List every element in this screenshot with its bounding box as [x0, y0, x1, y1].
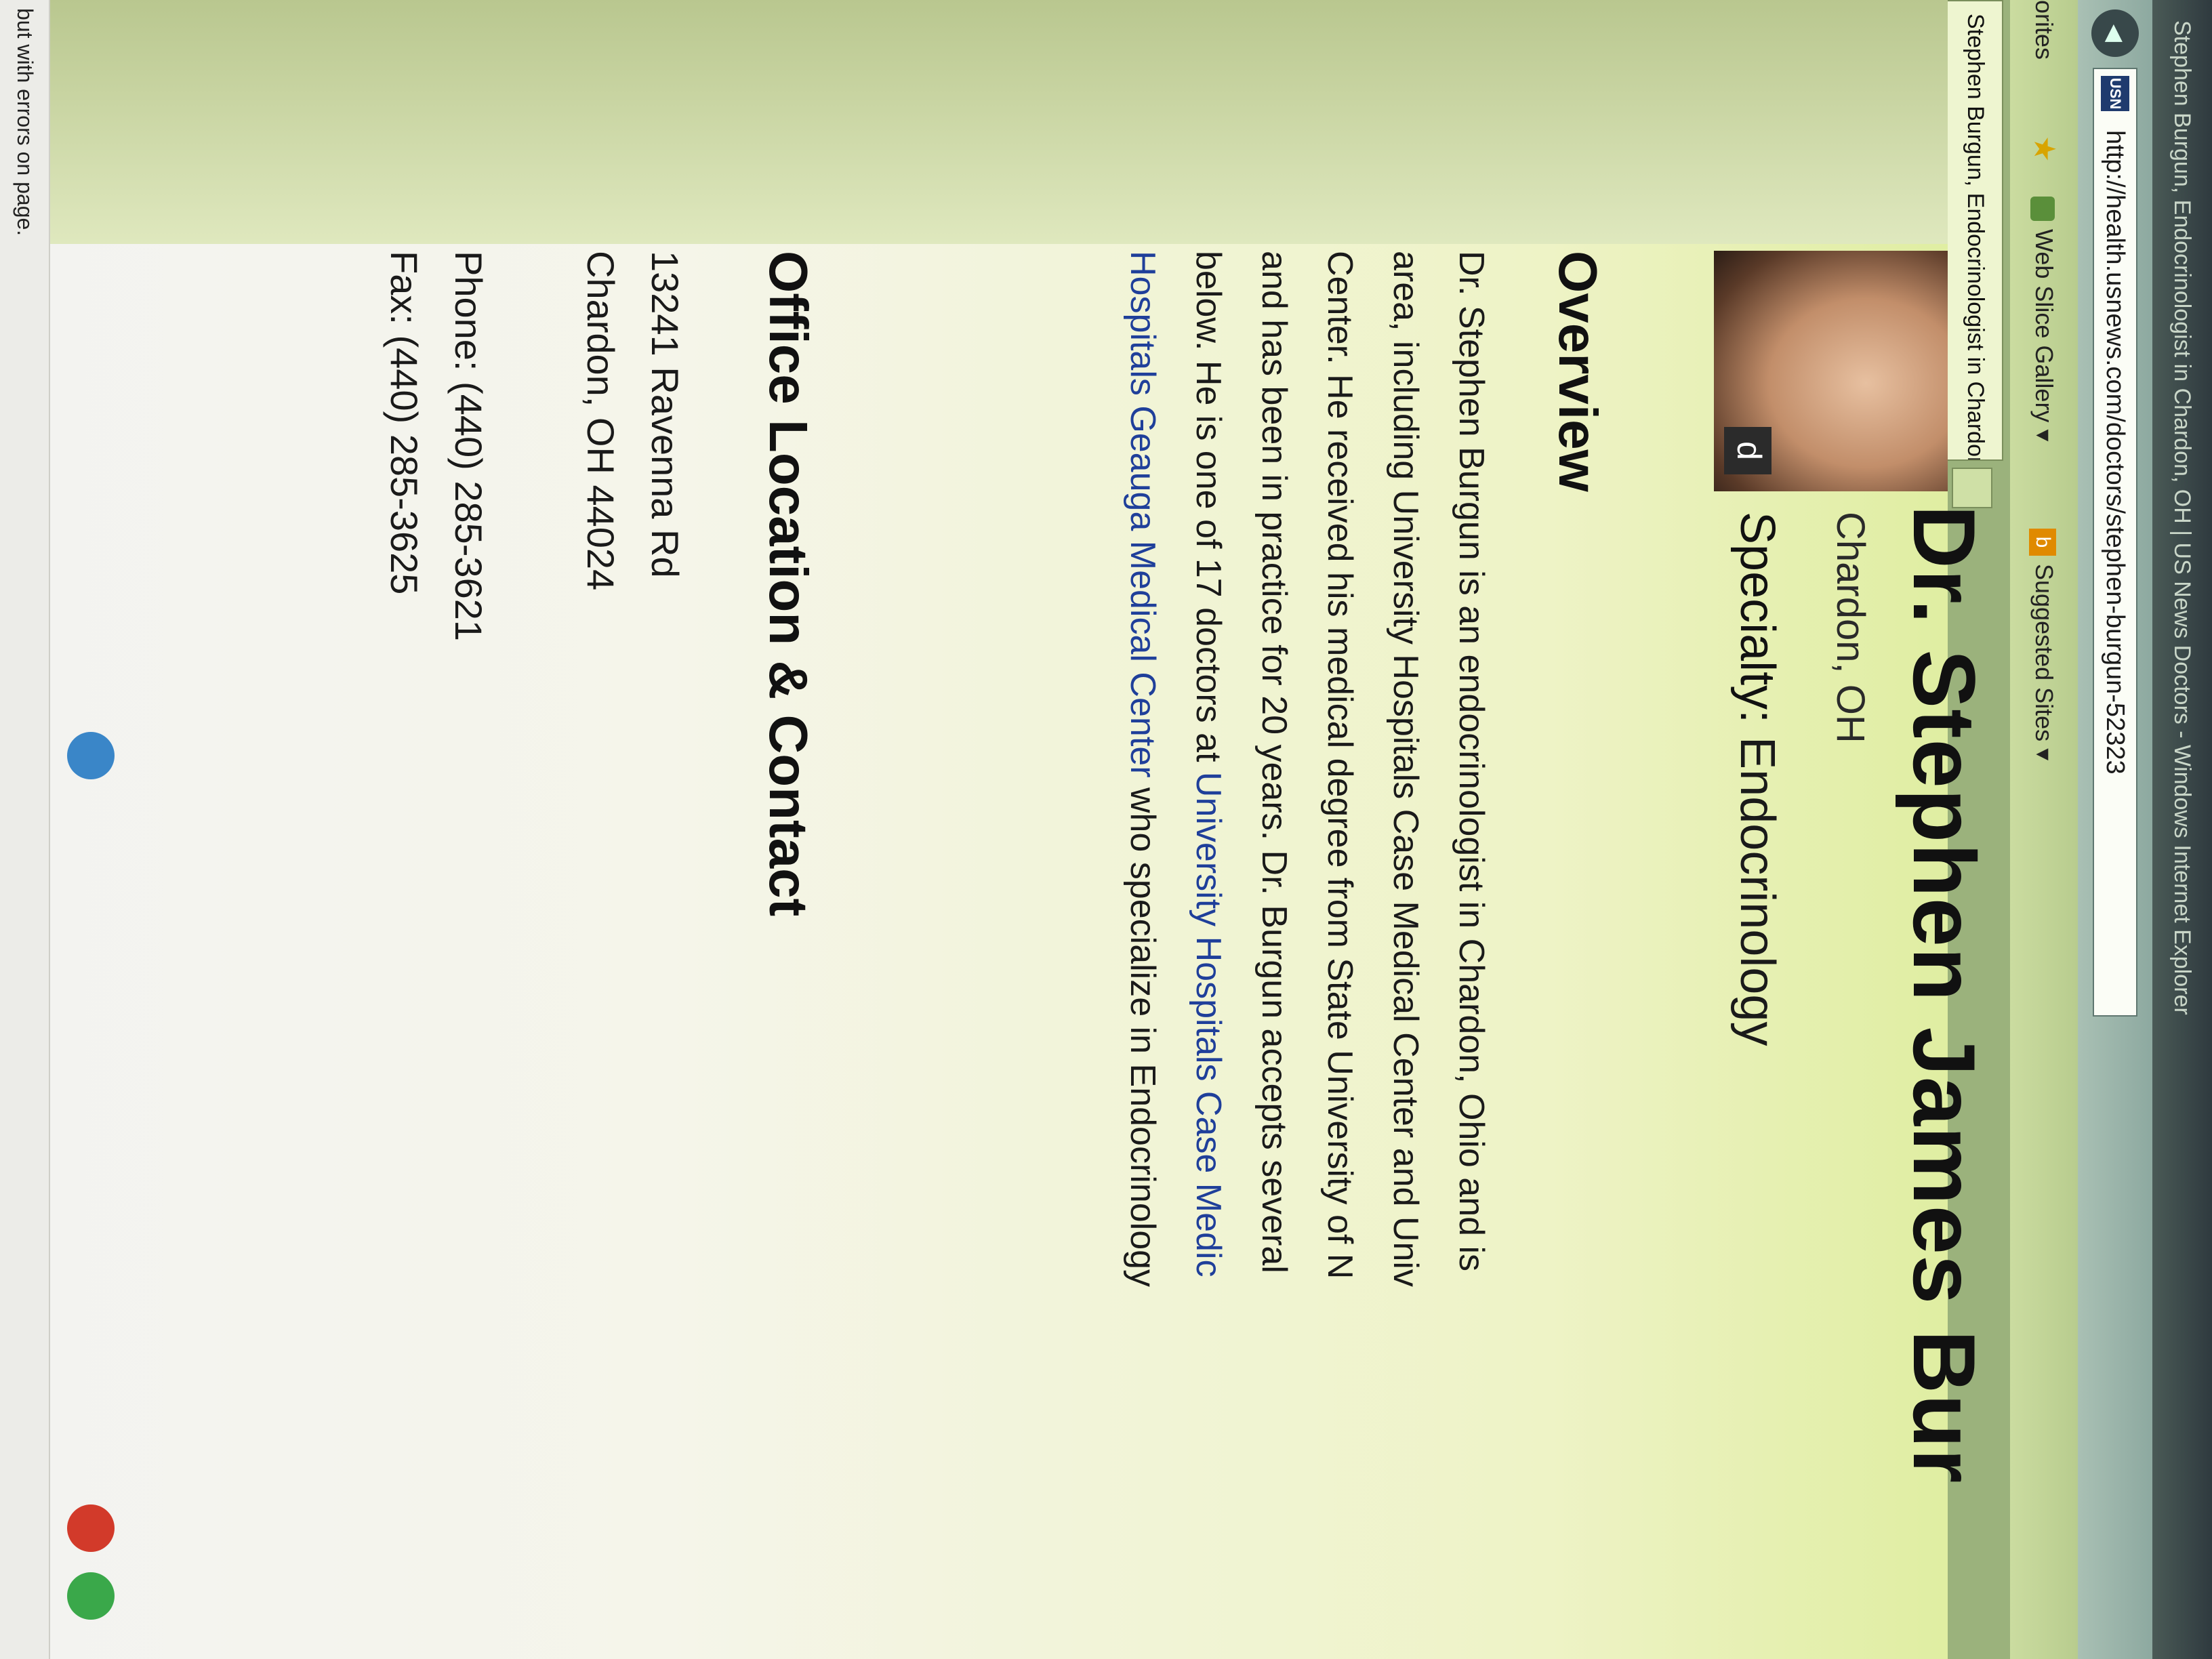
address-url: http://health.usnews.com/doctors/stephen…	[2101, 130, 2129, 775]
ie-icon[interactable]	[67, 732, 115, 779]
site-favicon-icon: USN	[2101, 76, 2129, 111]
office-city-state-zip: Chardon, OH 44024	[579, 251, 622, 591]
overview-text-fragment: below. He is one of 17 doctors at	[1189, 251, 1228, 772]
browser-window: Stephen Burgun, Endocrinologist in Chard…	[0, 0, 2212, 1659]
status-bar: but with errors on page.	[0, 0, 50, 1659]
hospital-link-case-medical[interactable]: University Hospitals Case Medic	[1189, 772, 1228, 1277]
doctor-photo: d	[1714, 251, 1948, 491]
overview-text-fragment: who specialize in Endocrinology	[1123, 777, 1162, 1288]
back-button[interactable]: ◀	[2091, 9, 2139, 57]
suggested-sites-label: Suggested Sites ▾	[2030, 564, 2058, 761]
page-content: d Dr. Stephen James Bur Chardon, OH Spec…	[50, 0, 1994, 1659]
window-title: Stephen Burgun, Endocrinologist in Chard…	[2169, 20, 2195, 1015]
tab-current-page[interactable]: Stephen Burgun, Endocrinologist in Chard…	[1948, 0, 2003, 461]
web-slice-gallery-link[interactable]: Web Slice Gallery ▾	[2010, 197, 2078, 442]
tab-title: Stephen Burgun, Endocrinologist in Chard…	[1963, 14, 1988, 461]
office-phone: Phone: (440) 285-3621	[447, 251, 490, 641]
window-title-bar: Stephen Burgun, Endocrinologist in Chard…	[2152, 0, 2212, 1659]
new-tab-button[interactable]	[1952, 468, 1992, 508]
photo-badge: d	[1724, 427, 1771, 474]
doctor-specialty: Specialty: Endocrinology	[1729, 512, 1785, 1046]
address-row: ◀ USN http://health.usnews.com/doctors/s…	[2078, 0, 2152, 1659]
office-street: 13241 Ravenna Rd	[644, 251, 687, 578]
overview-heading: Overview	[1548, 251, 1608, 492]
suggested-sites-link[interactable]: b Suggested Sites ▾	[2010, 529, 2078, 760]
overview-paragraph: Dr. Stephen Burgun is an endocrinologist…	[1109, 251, 1504, 1659]
web-slice-icon	[2030, 197, 2055, 221]
left-sidebar-blank	[50, 0, 1948, 244]
overview-line: Dr. Stephen Burgun is an endocrinologist…	[1452, 251, 1491, 1272]
address-bar[interactable]: USN http://health.usnews.com/doctors/ste…	[2093, 68, 2137, 1017]
desktop-icons-edge	[54, 732, 128, 1659]
overview-line: below. He is one of 17 doctors at Univer…	[1175, 251, 1241, 1659]
specialty-label: Specialty:	[1730, 512, 1784, 724]
doctor-name: Dr. Stephen James Bur	[1895, 505, 1994, 1484]
specialty-value: Endocrinology	[1730, 723, 1784, 1046]
overview-line: Hospitals Geauga Medical Center who spec…	[1109, 251, 1175, 1659]
doctor-location: Chardon, OH	[1828, 512, 1872, 743]
overview-line: area, including University Hospitals Cas…	[1386, 251, 1425, 1287]
app-icon[interactable]	[67, 1572, 115, 1620]
favorites-bar: orites ★ Web Slice Gallery ▾ b Suggested …	[2010, 0, 2078, 1659]
office-fax: Fax: (440) 285-3625	[383, 251, 426, 595]
web-slice-gallery-label: Web Slice Gallery ▾	[2030, 229, 2058, 442]
hospital-link-geauga[interactable]: Hospitals Geauga Medical Center	[1123, 251, 1162, 778]
status-text: but with errors on page.	[13, 8, 37, 237]
overview-line: and has been in practice for 20 years. D…	[1254, 251, 1294, 1273]
add-favorite-star-icon[interactable]: ★	[2010, 136, 2078, 162]
overview-line: Center. He received his medical degree f…	[1320, 251, 1359, 1279]
bing-icon: b	[2028, 529, 2056, 556]
favorites-label[interactable]: orites	[2010, 0, 2078, 60]
app-icon[interactable]	[67, 1504, 115, 1552]
office-location-heading: Office Location & Contact	[758, 251, 819, 917]
